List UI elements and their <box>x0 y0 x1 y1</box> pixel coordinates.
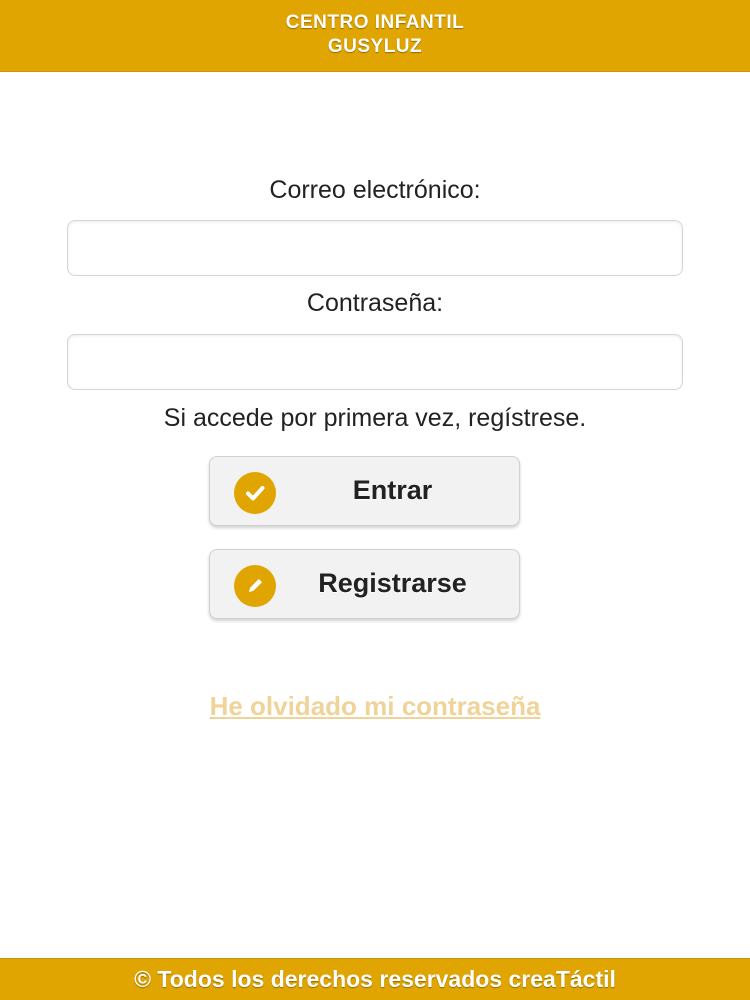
copyright-text: © Todos los derechos reservados creaTáct… <box>134 966 616 992</box>
register-button-label: Registrarse <box>318 568 467 598</box>
header-title-line1: CENTRO INFANTIL <box>285 11 465 33</box>
first-access-note: Si accede por primera vez, regístrese. <box>163 404 587 432</box>
password-label: Contraseña: <box>306 289 444 317</box>
login-button-label: Entrar <box>352 475 433 505</box>
header-title-line2: GUSYLUZ <box>327 35 423 57</box>
app-footer: © Todos los derechos reservados creaTáct… <box>0 958 750 1000</box>
password-field[interactable] <box>67 334 683 390</box>
register-button[interactable]: Registrarse <box>209 549 520 619</box>
app-header: CENTRO INFANTIL GUSYLUZ <box>0 0 750 72</box>
email-label: Correo electrónico: <box>269 176 481 204</box>
login-button[interactable]: Entrar <box>209 456 520 526</box>
email-field[interactable] <box>67 220 683 276</box>
forgot-password-link[interactable]: He olvidado mi contraseña <box>0 690 750 722</box>
